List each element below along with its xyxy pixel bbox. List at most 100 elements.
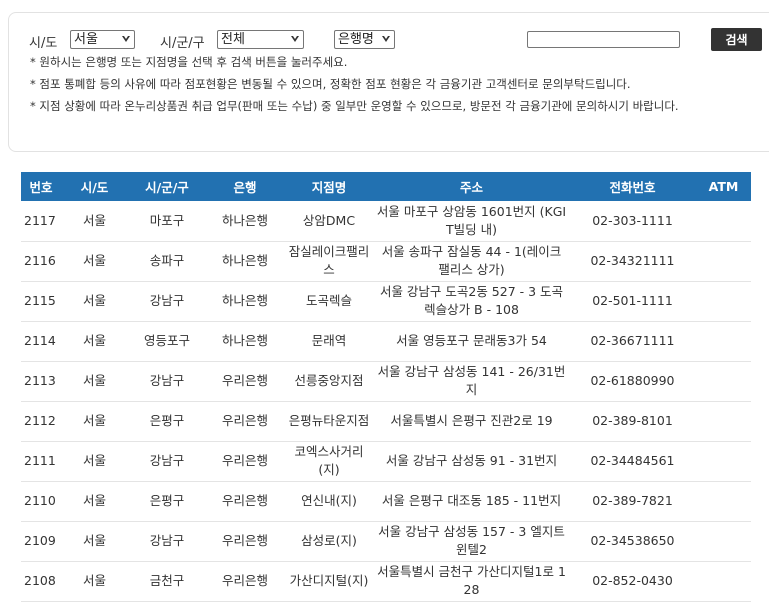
table-row[interactable]: 2111 서울 강남구 우리은행 코엑스사거리(지) 서울 강남구 삼성동 91 - 31…	[21, 441, 751, 482]
row-sido: 서울	[61, 201, 128, 242]
row-branch-name: 문래역	[284, 321, 374, 362]
row-bank: 우리은행	[206, 521, 284, 562]
row-bank: 우리은행	[206, 361, 284, 402]
row-sido: 서울	[61, 321, 128, 362]
sido-select[interactable]: 서울	[70, 30, 135, 49]
column-header-bank: 은행	[206, 172, 284, 201]
table-row[interactable]: 2108 서울 금천구 우리은행 가산디지털(지) 서울특별시 금천구 가산디지털1로 1…	[21, 561, 751, 602]
table-row[interactable]: 2109 서울 강남구 우리은행 삼성로(지) 서울 강남구 삼성동 157 - 3 엘지…	[21, 521, 751, 562]
table-row[interactable]: 2117 서울 마포구 하나은행 상암DMC 서울 마포구 상암동 1601번지 (KGI…	[21, 201, 751, 242]
row-address: 서울 강남구 삼성동 91 - 31번지	[374, 441, 569, 482]
row-sido: 서울	[61, 481, 128, 522]
row-phone: 02-34321111	[569, 241, 696, 282]
notice-text: * 지점 상황에 따라 온누리상품권 취급 업무(판매 또는 수납) 중 일부만…	[30, 99, 679, 113]
bank-select[interactable]: 은행명	[334, 30, 395, 49]
bank-select-value: 은행명	[338, 32, 374, 47]
row-number: 2116	[21, 241, 61, 282]
row-sigungu: 은평구	[128, 481, 206, 522]
row-bank: 하나은행	[206, 201, 284, 242]
row-phone: 02-389-8101	[569, 401, 696, 442]
row-phone: 02-852-0430	[569, 561, 696, 602]
row-sido: 서울	[61, 521, 128, 562]
row-atm	[696, 441, 751, 482]
column-header-address: 주소	[374, 172, 569, 201]
row-number: 2114	[21, 321, 61, 362]
column-header-branch: 지점명	[284, 172, 374, 201]
row-branch-name: 가산디지털(지)	[284, 561, 374, 602]
row-sigungu: 강남구	[128, 361, 206, 402]
row-sido: 서울	[61, 441, 128, 482]
sido-select-value: 서울	[74, 32, 98, 47]
row-branch-name: 은평뉴타운지점	[284, 401, 374, 442]
column-header-number: 번호	[21, 172, 61, 201]
table-row[interactable]: 2113 서울 강남구 우리은행 선릉중앙지점 서울 강남구 삼성동 141 - 26/3…	[21, 361, 751, 402]
row-atm	[696, 521, 751, 562]
row-atm	[696, 281, 751, 322]
row-sido: 서울	[61, 281, 128, 322]
sigungu-select[interactable]: 전체	[217, 30, 304, 49]
row-phone: 02-389-7821	[569, 481, 696, 522]
row-atm	[696, 361, 751, 402]
row-bank: 하나은행	[206, 241, 284, 282]
row-bank: 우리은행	[206, 481, 284, 522]
sido-label: 시/도	[29, 36, 58, 51]
row-address: 서울특별시 은평구 진관2로 19	[374, 401, 569, 442]
row-branch-name: 상암DMC	[284, 201, 374, 242]
row-sido: 서울	[61, 361, 128, 402]
row-phone: 02-61880990	[569, 361, 696, 402]
chevron-down-icon	[382, 36, 390, 42]
row-atm	[696, 321, 751, 362]
row-branch-name: 잠실레이크팰리스	[284, 241, 374, 282]
column-header-phone: 전화번호	[569, 172, 696, 201]
column-header-sigungu: 시/군/구	[128, 172, 206, 201]
row-atm	[696, 481, 751, 522]
row-number: 2109	[21, 521, 61, 562]
chevron-down-icon	[291, 36, 299, 42]
row-sido: 서울	[61, 561, 128, 602]
table-header-row: 번호 시/도 시/군/구 은행 지점명 주소 전화번호 ATM	[21, 172, 751, 201]
table-row[interactable]: 2115 서울 강남구 하나은행 도곡렉슬 서울 강남구 도곡2동 527 - 3 도곡렉…	[21, 281, 751, 322]
sigungu-select-value: 전체	[221, 32, 245, 47]
notice-list: * 원하시는 은행명 또는 지점명을 선택 후 검색 버튼을 눌러주세요. * …	[30, 54, 755, 115]
row-address: 서울 강남구 삼성동 157 - 3 엘지트윈텔2	[374, 521, 569, 562]
row-atm	[696, 561, 751, 602]
row-number: 2112	[21, 401, 61, 442]
row-sigungu: 은평구	[128, 401, 206, 442]
row-branch-name: 코엑스사거리(지)	[284, 441, 374, 482]
row-branch-name: 선릉중앙지점	[284, 361, 374, 402]
row-address: 서울 은평구 대조동 185 - 11번지	[374, 481, 569, 522]
table-row[interactable]: 2116 서울 송파구 하나은행 잠실레이크팰리스 서울 송파구 잠실동 44 - 1(레…	[21, 241, 751, 282]
row-bank: 우리은행	[206, 401, 284, 442]
row-sigungu: 강남구	[128, 281, 206, 322]
row-branch-name: 도곡렉슬	[284, 281, 374, 322]
row-atm	[696, 201, 751, 242]
row-number: 2113	[21, 361, 61, 402]
notice-text: * 원하시는 은행명 또는 지점명을 선택 후 검색 버튼을 눌러주세요.	[30, 55, 348, 69]
row-sigungu: 금천구	[128, 561, 206, 602]
row-sigungu: 강남구	[128, 441, 206, 482]
search-input[interactable]	[527, 31, 680, 48]
row-atm	[696, 241, 751, 282]
filter-row: 시/도 서울 시/군/구 전체 은행명 검색	[29, 28, 769, 52]
search-button[interactable]: 검색	[711, 28, 762, 51]
row-bank: 우리은행	[206, 561, 284, 602]
row-phone: 02-36671111	[569, 321, 696, 362]
column-header-sido: 시/도	[61, 172, 128, 201]
row-number: 2110	[21, 481, 61, 522]
row-sido: 서울	[61, 401, 128, 442]
row-phone: 02-501-1111	[569, 281, 696, 322]
branch-table: 번호 시/도 시/군/구 은행 지점명 주소 전화번호 ATM 2117 서울 마포…	[21, 172, 751, 602]
row-number: 2117	[21, 201, 61, 242]
row-phone: 02-34484561	[569, 441, 696, 482]
table-row[interactable]: 2110 서울 은평구 우리은행 연신내(지) 서울 은평구 대조동 185 - 11번지…	[21, 481, 751, 522]
row-address: 서울특별시 금천구 가산디지털1로 128	[374, 561, 569, 602]
row-phone: 02-303-1111	[569, 201, 696, 242]
row-number: 2111	[21, 441, 61, 482]
row-address: 서울 마포구 상암동 1601번지 (KGIT빌딩 내)	[374, 201, 569, 242]
row-bank: 우리은행	[206, 441, 284, 482]
table-row[interactable]: 2114 서울 영등포구 하나은행 문래역 서울 영등포구 문래동3가 54 02-3667…	[21, 321, 751, 362]
table-row[interactable]: 2112 서울 은평구 우리은행 은평뉴타운지점 서울특별시 은평구 진관2로 19 02-…	[21, 401, 751, 442]
row-address: 서울 송파구 잠실동 44 - 1(레이크팰리스 상가)	[374, 241, 569, 282]
row-bank: 하나은행	[206, 321, 284, 362]
row-number: 2115	[21, 281, 61, 322]
